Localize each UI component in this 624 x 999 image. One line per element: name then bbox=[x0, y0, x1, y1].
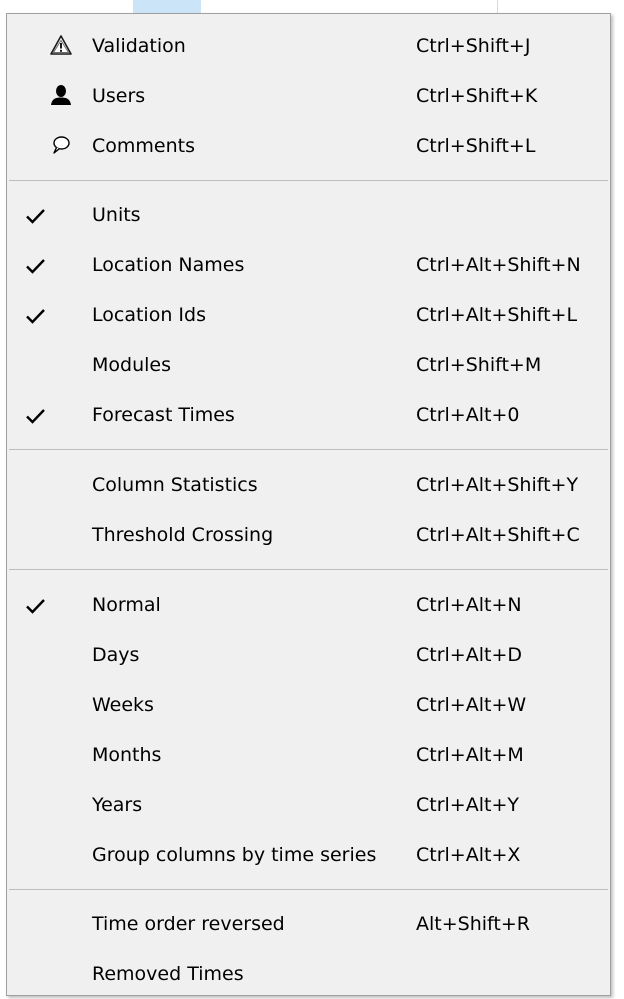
menu-item-shortcut: Ctrl+Alt+Shift+C bbox=[416, 524, 580, 546]
menu-item-label: Column Statistics bbox=[92, 474, 258, 496]
menu-separator bbox=[9, 889, 608, 890]
menu-item-label: Days bbox=[92, 644, 140, 666]
menu-item-users[interactable]: Users Ctrl+Shift+K bbox=[7, 71, 610, 121]
background-window-strip bbox=[0, 0, 624, 13]
menu-item-label: Users bbox=[92, 85, 146, 107]
menu-item-shortcut: Ctrl+Alt+D bbox=[416, 644, 523, 666]
menu-item-label: Modules bbox=[92, 354, 171, 376]
menu-item-shortcut: Ctrl+Shift+K bbox=[416, 85, 538, 107]
menu-item-validation[interactable]: Validation Ctrl+Shift+J bbox=[7, 21, 610, 71]
menu-item-shortcut: Ctrl+Alt+0 bbox=[416, 404, 520, 426]
menu-item-label: Removed Times bbox=[92, 963, 244, 985]
menu-item-shortcut: Ctrl+Alt+W bbox=[416, 694, 527, 716]
menu-item-years[interactable]: Years Ctrl+Alt+Y bbox=[7, 780, 610, 830]
checkmark-icon bbox=[24, 594, 48, 618]
menu-item-label: Group columns by time series bbox=[92, 844, 377, 866]
menu-item-shortcut: Ctrl+Alt+M bbox=[416, 744, 524, 766]
menu-item-months[interactable]: Months Ctrl+Alt+M bbox=[7, 730, 610, 780]
menu-item-comments[interactable]: Comments Ctrl+Shift+L bbox=[7, 121, 610, 171]
warning-icon bbox=[49, 33, 73, 57]
menu-item-weeks[interactable]: Weeks Ctrl+Alt+W bbox=[7, 680, 610, 730]
menu-item-removed-times[interactable]: Removed Times bbox=[7, 949, 610, 999]
menu-separator bbox=[9, 180, 608, 181]
menu-item-label: Normal bbox=[92, 594, 161, 616]
menu-item-normal[interactable]: Normal Ctrl+Alt+N bbox=[7, 580, 610, 630]
menu-item-shortcut: Ctrl+Shift+L bbox=[416, 135, 536, 157]
menu-item-shortcut: Ctrl+Alt+Shift+Y bbox=[416, 474, 579, 496]
menu-item-location-names[interactable]: Location Names Ctrl+Alt+Shift+N bbox=[7, 240, 610, 290]
menu-item-shortcut: Ctrl+Alt+N bbox=[416, 594, 522, 616]
menu-item-group-columns-by-time-series[interactable]: Group columns by time series Ctrl+Alt+X bbox=[7, 830, 610, 880]
menu-item-shortcut: Ctrl+Alt+Shift+L bbox=[416, 304, 578, 326]
view-context-menu: Validation Ctrl+Shift+J Users Ctrl+Shift… bbox=[6, 13, 611, 996]
menu-item-shortcut: Ctrl+Shift+M bbox=[416, 354, 542, 376]
menu-item-label: Forecast Times bbox=[92, 404, 235, 426]
menu-item-days[interactable]: Days Ctrl+Alt+D bbox=[7, 630, 610, 680]
checkmark-icon bbox=[24, 204, 48, 228]
menu-item-shortcut: Ctrl+Alt+Shift+N bbox=[416, 254, 581, 276]
menu-item-label: Weeks bbox=[92, 694, 154, 716]
column-divider bbox=[497, 0, 498, 13]
menu-item-threshold-crossing[interactable]: Threshold Crossing Ctrl+Alt+Shift+C bbox=[7, 510, 610, 560]
menu-item-label: Location Names bbox=[92, 254, 245, 276]
menu-item-shortcut: Ctrl+Shift+J bbox=[416, 35, 531, 57]
menu-bar-selected-highlight bbox=[133, 0, 201, 13]
menu-item-label: Time order reversed bbox=[92, 913, 285, 935]
user-icon bbox=[49, 83, 73, 107]
menu-item-label: Validation bbox=[92, 35, 186, 57]
menu-separator bbox=[9, 569, 608, 570]
checkmark-icon bbox=[24, 304, 48, 328]
menu-item-modules[interactable]: Modules Ctrl+Shift+M bbox=[7, 340, 610, 390]
menu-item-shortcut: Ctrl+Alt+Y bbox=[416, 794, 519, 816]
menu-item-label: Threshold Crossing bbox=[92, 524, 274, 546]
checkmark-icon bbox=[24, 404, 48, 428]
menu-item-location-ids[interactable]: Location Ids Ctrl+Alt+Shift+L bbox=[7, 290, 610, 340]
menu-item-label: Months bbox=[92, 744, 162, 766]
menu-item-time-order-reversed[interactable]: Time order reversed Alt+Shift+R bbox=[7, 899, 610, 949]
menu-item-forecast-times[interactable]: Forecast Times Ctrl+Alt+0 bbox=[7, 390, 610, 440]
menu-item-units[interactable]: Units bbox=[7, 190, 610, 240]
menu-item-shortcut: Ctrl+Alt+X bbox=[416, 844, 521, 866]
comment-icon bbox=[49, 133, 73, 157]
menu-item-label: Comments bbox=[92, 135, 195, 157]
menu-item-label: Location Ids bbox=[92, 304, 206, 326]
menu-separator bbox=[9, 449, 608, 450]
menu-item-label: Years bbox=[92, 794, 143, 816]
menu-item-shortcut: Alt+Shift+R bbox=[416, 913, 530, 935]
checkmark-icon bbox=[24, 254, 48, 278]
menu-item-label: Units bbox=[92, 204, 141, 226]
menu-item-column-statistics[interactable]: Column Statistics Ctrl+Alt+Shift+Y bbox=[7, 460, 610, 510]
